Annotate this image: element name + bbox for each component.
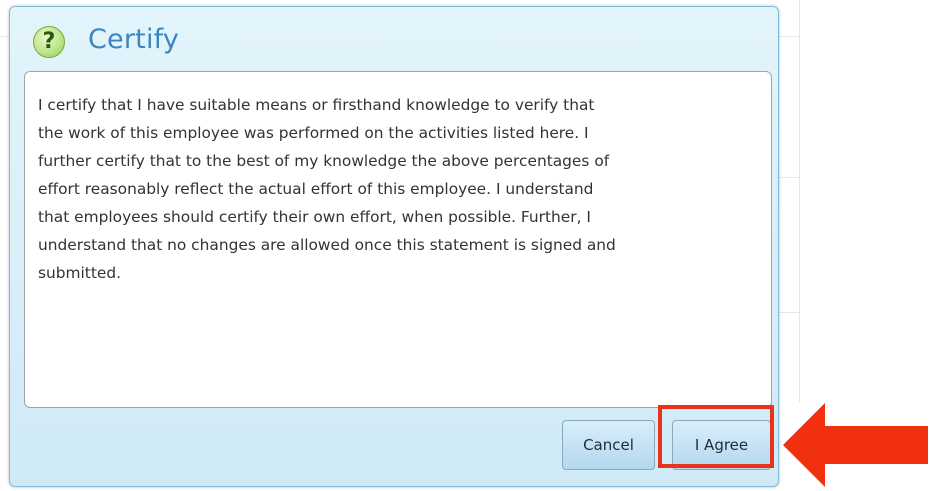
i-agree-button[interactable]: I Agree bbox=[672, 420, 771, 470]
certify-dialog: ? Certify I certify that I have suitable… bbox=[9, 6, 779, 487]
certification-statement: I certify that I have suitable means or … bbox=[38, 96, 616, 282]
left-arrow-icon bbox=[783, 403, 928, 487]
background-divider bbox=[799, 0, 800, 402]
background-divider bbox=[779, 36, 799, 37]
help-question-icon: ? bbox=[33, 26, 65, 58]
background-divider bbox=[779, 312, 799, 313]
cancel-button[interactable]: Cancel bbox=[562, 420, 655, 470]
background-divider bbox=[779, 177, 799, 178]
dialog-title-bar: ? Certify bbox=[10, 7, 778, 71]
dialog-title: Certify bbox=[88, 24, 180, 55]
statement-panel: I certify that I have suitable means or … bbox=[24, 71, 772, 408]
background-divider bbox=[0, 36, 9, 37]
screen: ? Certify I certify that I have suitable… bbox=[0, 0, 929, 491]
